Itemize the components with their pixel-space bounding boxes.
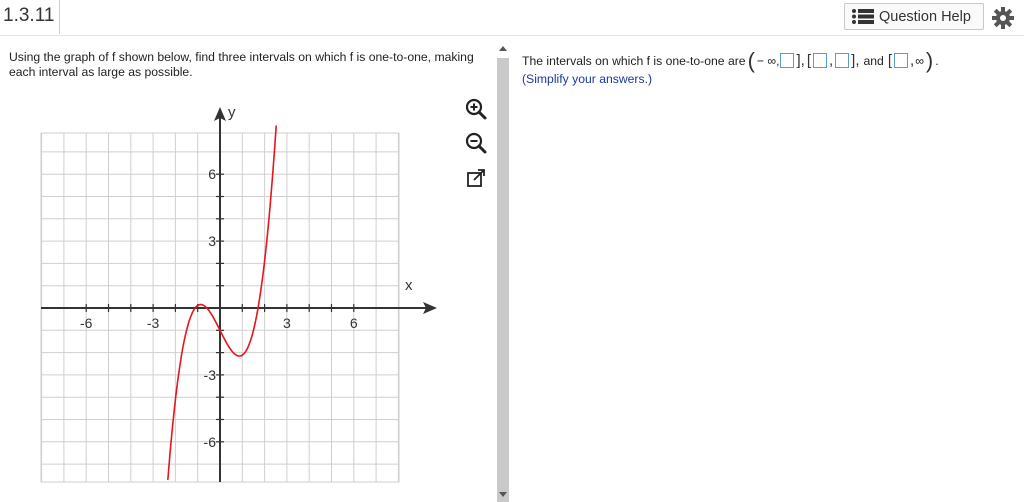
y-tick-label: 3	[208, 233, 216, 249]
header-divider	[0, 35, 1024, 36]
question-help-button[interactable]: Question Help	[844, 3, 984, 30]
interval3-left-input[interactable]	[894, 53, 909, 68]
close-paren: )	[925, 47, 934, 73]
scroll-down-icon[interactable]	[499, 492, 507, 497]
simplify-hint: (Simplify your answers.)	[522, 72, 653, 86]
vertical-scrollbar[interactable]	[493, 40, 513, 502]
open-paren: (	[747, 47, 755, 73]
top-bar: 1.3.11 Question Help	[0, 0, 1024, 34]
interval2-right-input[interactable]	[835, 53, 850, 68]
scroll-up-icon[interactable]	[499, 46, 507, 51]
x-axis-label: x	[405, 277, 413, 294]
question-text: Using the graph of f shown below, find t…	[9, 50, 474, 79]
answer-line: The intervals on which f is one-to-one a…	[522, 47, 1022, 73]
axes	[41, 107, 437, 482]
interval2-left-input[interactable]	[812, 53, 827, 68]
x-tick-label: 3	[283, 315, 291, 331]
open-bracket-3: [	[887, 52, 893, 69]
close-bracket: ],	[796, 52, 805, 69]
and-word: and	[863, 53, 884, 68]
period: .	[935, 53, 939, 68]
function-curve	[167, 125, 277, 480]
comma: ,	[828, 52, 834, 69]
x-tick-label: 6	[350, 315, 358, 331]
zoom-in-icon[interactable]	[464, 97, 488, 121]
y-axis-label: y	[228, 104, 236, 121]
y-tick-label: -6	[204, 434, 217, 450]
open-bracket: [	[806, 52, 811, 69]
scroll-thumb[interactable]	[497, 58, 509, 502]
close-bracket-2: ],	[851, 52, 860, 69]
x-tick-label: -6	[80, 315, 93, 331]
problem-number: 1.3.11	[0, 0, 61, 34]
y-tick-label: -3	[204, 367, 217, 383]
list-icon	[852, 9, 874, 24]
function-graph: -6 -3 3 6 6 3 -3 -6 x y	[40, 104, 437, 483]
answer-panel: The intervals on which f is one-to-one a…	[522, 47, 1022, 86]
neg-infinity: − ∞,	[756, 53, 780, 68]
interval1-right-input[interactable]	[780, 53, 795, 68]
question-help-label: Question Help	[879, 8, 971, 25]
zoom-out-icon[interactable]	[464, 131, 488, 155]
x-tick-label: -3	[147, 315, 160, 331]
pos-infinity: ∞	[915, 53, 924, 68]
comma-2: ,	[910, 52, 915, 69]
popout-icon[interactable]	[464, 166, 488, 190]
y-tick-label: 6	[208, 166, 216, 182]
answer-prefix: The intervals on which f is one-to-one a…	[522, 53, 746, 68]
gear-icon[interactable]	[991, 6, 1015, 30]
